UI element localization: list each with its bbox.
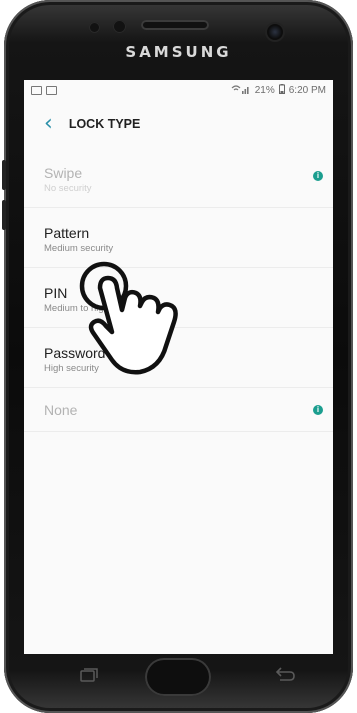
battery-icon [278,83,285,97]
gallery-icon [31,85,42,95]
lock-option-none[interactable]: None i [24,388,333,432]
clock: 6:20 PM [288,84,326,96]
wifi-signal-icon [231,84,251,96]
option-title: Password [44,345,106,361]
option-title: Pattern [44,225,90,241]
page-title: LOCK TYPE [68,117,141,131]
option-title: None [44,402,78,418]
home-button[interactable] [145,658,211,696]
battery-percent: 21% [254,84,275,96]
option-subtitle: High security [44,363,99,374]
lock-option-pattern[interactable]: Pattern Medium security [24,208,333,268]
front-camera [267,24,283,40]
lock-option-pin[interactable]: PIN Medium to high security [24,268,333,328]
brand-logo: SAMSUNG [125,43,232,61]
recents-icon[interactable] [80,668,98,682]
status-bar: 21% 6:20 PM [24,80,333,100]
option-subtitle: Medium security [44,243,114,254]
volume-down-button [2,200,6,230]
sensor-icon [89,22,100,33]
back-key-icon[interactable] [272,665,298,685]
option-title: PIN [44,285,68,301]
info-icon[interactable]: i [313,171,323,181]
info-icon[interactable]: i [313,405,323,415]
screenshot-icon [46,85,57,95]
app-bar: ‹ LOCK TYPE [24,100,333,148]
lock-option-swipe[interactable]: Swipe No security i [24,148,333,208]
lock-option-password[interactable]: Password High security [24,328,333,388]
back-chevron-icon[interactable]: ‹ [44,113,53,135]
sensor-icon [113,20,126,33]
volume-up-button [2,160,6,190]
screen: 21% 6:20 PM ‹ LOCK TYPE Swipe No securit… [24,80,333,654]
option-subtitle: Medium to high security [44,303,145,314]
option-subtitle: No security [44,183,92,194]
option-title: Swipe [44,165,83,181]
earpiece-speaker [141,20,209,30]
